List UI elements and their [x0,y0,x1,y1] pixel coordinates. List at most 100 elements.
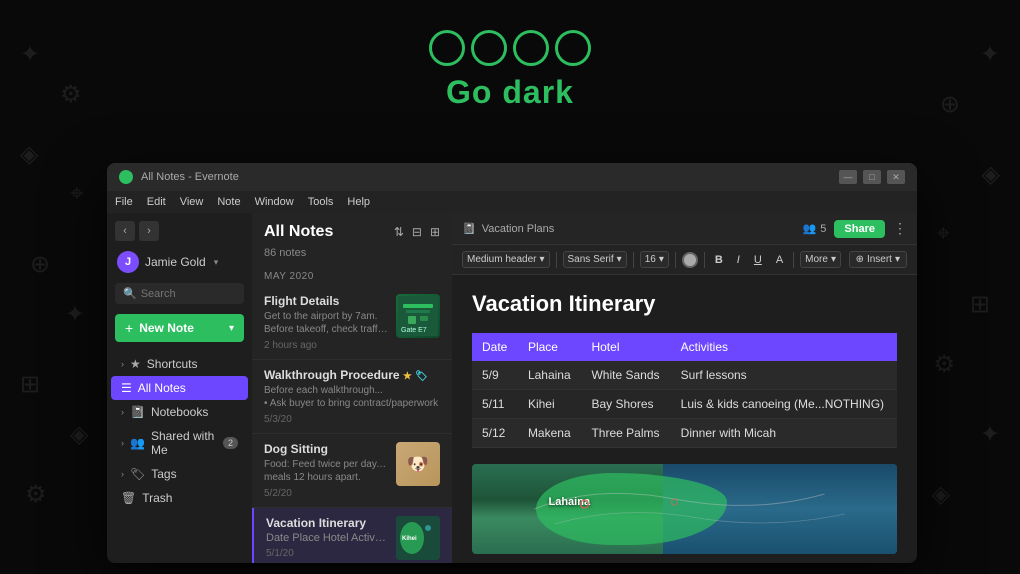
dropdown-icon: ▾ [229,323,234,334]
back-button[interactable]: ‹ [115,221,135,241]
menu-edit[interactable]: Edit [147,196,166,208]
shared-icon: 👥 [130,436,145,450]
menu-note[interactable]: Note [217,196,240,208]
editor-content: Vacation Itinerary Date Place Hotel Acti… [452,275,917,563]
sidebar-item-shortcuts[interactable]: › ★ Shortcuts [111,352,248,376]
menu-file[interactable]: File [115,196,133,208]
logo-circle-2 [471,30,507,66]
note-content: Walkthrough Procedure ★ 🏷 Before each wa… [264,368,440,425]
notes-date-group: MAY 2020 [252,265,452,286]
note-date: 5/1/20 [266,548,388,559]
note-thumbnail: Kihei [396,516,440,560]
toolbar-divider [704,252,705,268]
plus-icon: + [125,320,133,336]
notes-list: All Notes ⇅ ⊟ ⊞ 86 notes MAY 2020 Flight… [252,213,452,563]
all-notes-icon: ☰ [121,381,132,395]
notes-toolbar: ⇅ ⊟ ⊞ [394,225,440,239]
table-cell: 5/11 [472,390,518,419]
table-cell: Makena [518,419,582,448]
minimize-button[interactable]: — [839,170,857,184]
app-body: ‹ › J Jamie Gold ▾ 🔍 + New Note ▾ [107,213,917,563]
maximize-button[interactable]: □ [863,170,881,184]
map-roads [472,464,897,554]
header-style-label: Medium header [467,254,536,265]
logo-circle-1 [429,30,465,66]
list-item[interactable]: Walkthrough Procedure ★ 🏷 Before each wa… [252,360,452,434]
note-preview: Before each walkthrough...• Ask buyer to… [264,384,440,410]
menu-tools[interactable]: Tools [308,196,334,208]
toolbar-divider [675,252,676,268]
table-row: 5/9 Lahaina White Sands Surf lessons [472,361,897,390]
list-item[interactable]: Vacation Itinerary Date Place Hotel Acti… [252,508,452,563]
header-style-select[interactable]: Medium header ▾ [462,251,550,268]
notes-count: 86 notes [252,247,452,265]
breadcrumb: 📓 Vacation Plans [462,222,554,235]
note-date: 2 hours ago [264,340,388,351]
view-icon[interactable]: ⊞ [430,225,440,239]
note-content: Vacation Itinerary Date Place Hotel Acti… [266,516,388,560]
note-preview: Food: Feed twice per day. Spacemeals 12 … [264,458,388,484]
map-embed: Lahaina [472,464,897,554]
table-cell: Bay Shores [581,390,670,419]
note-content: Dog Sitting Food: Feed twice per day. Sp… [264,442,388,499]
more-label: More [805,254,828,265]
list-item[interactable]: Flight Details Get to the airport by 7am… [252,286,452,360]
list-item[interactable]: Dog Sitting Food: Feed twice per day. Sp… [252,434,452,508]
brand-title-accent: dark [502,74,574,110]
shortcuts-icon: ★ [130,357,141,371]
sidebar-item-shared[interactable]: › 👥 Shared with Me 2 [111,424,248,462]
underline-button[interactable]: U [750,252,766,268]
note-heading: Vacation Itinerary [472,291,897,317]
brand-title: Go dark [429,74,591,111]
filter-icon[interactable]: ⊟ [412,225,422,239]
table-cell: Lahaina [518,361,582,390]
map-background: Lahaina [472,464,897,554]
table-cell: Kihei [518,390,582,419]
toolbar-divider [633,252,634,268]
font-size-label: 16 [645,254,656,265]
note-title: Walkthrough Procedure ★ 🏷 [264,368,440,382]
menu-view[interactable]: View [180,196,204,208]
font-color-button[interactable]: A [772,252,787,268]
more-format-select[interactable]: More ▾ [800,251,841,268]
svg-text:Kihei: Kihei [402,536,417,542]
note-preview: Get to the airport by 7am.Before takeoff… [264,310,388,336]
sidebar-item-trash[interactable]: 🗑 Trash [111,486,248,510]
italic-button[interactable]: I [733,252,744,268]
collab-count: 👥 5 [803,222,827,235]
tag-icon: 🏷 [415,371,428,382]
insert-button[interactable]: ⊕ Insert ▾ [849,251,907,268]
more-button[interactable]: ⋮ [893,220,907,237]
user-chevron-icon: ▾ [214,257,219,268]
expand-icon: › [121,469,124,479]
table-row: 5/11 Kihei Bay Shores Luis & kids canoei… [472,390,897,419]
user-row[interactable]: J Jamie Gold ▾ [107,245,252,279]
table-cell: Surf lessons [671,361,897,390]
table-header-date: Date [472,333,518,361]
sidebar-item-tags[interactable]: › 🏷 Tags [111,462,248,486]
notes-list-title: All Notes [264,223,333,241]
trash-icon: 🗑 [121,491,136,505]
close-button[interactable]: ✕ [887,170,905,184]
sidebar-item-notebooks[interactable]: › 📓 Notebooks [111,400,248,424]
font-select[interactable]: Sans Serif ▾ [563,251,627,268]
sidebar-item-all-notes[interactable]: ☰ All Notes [111,376,248,400]
table-cell: 5/9 [472,361,518,390]
share-button[interactable]: Share [834,220,885,238]
font-label: Sans Serif [568,254,614,265]
sort-icon[interactable]: ⇅ [394,225,404,239]
menu-help[interactable]: Help [347,196,370,208]
text-color-button[interactable] [682,252,698,268]
sidebar-item-label: All Notes [138,381,186,395]
font-size-select[interactable]: 16 ▾ [640,251,669,268]
menu-window[interactable]: Window [255,196,294,208]
insert-icon: ⊕ [856,254,864,265]
tags-icon: 🏷 [130,467,145,481]
shared-badge: 2 [223,437,238,449]
table-cell: Three Palms [581,419,670,448]
bold-button[interactable]: B [711,252,727,268]
forward-button[interactable]: › [139,221,159,241]
new-note-button[interactable]: + New Note ▾ [115,314,244,342]
search-input[interactable] [141,288,236,300]
new-note-label: New Note [139,321,194,335]
